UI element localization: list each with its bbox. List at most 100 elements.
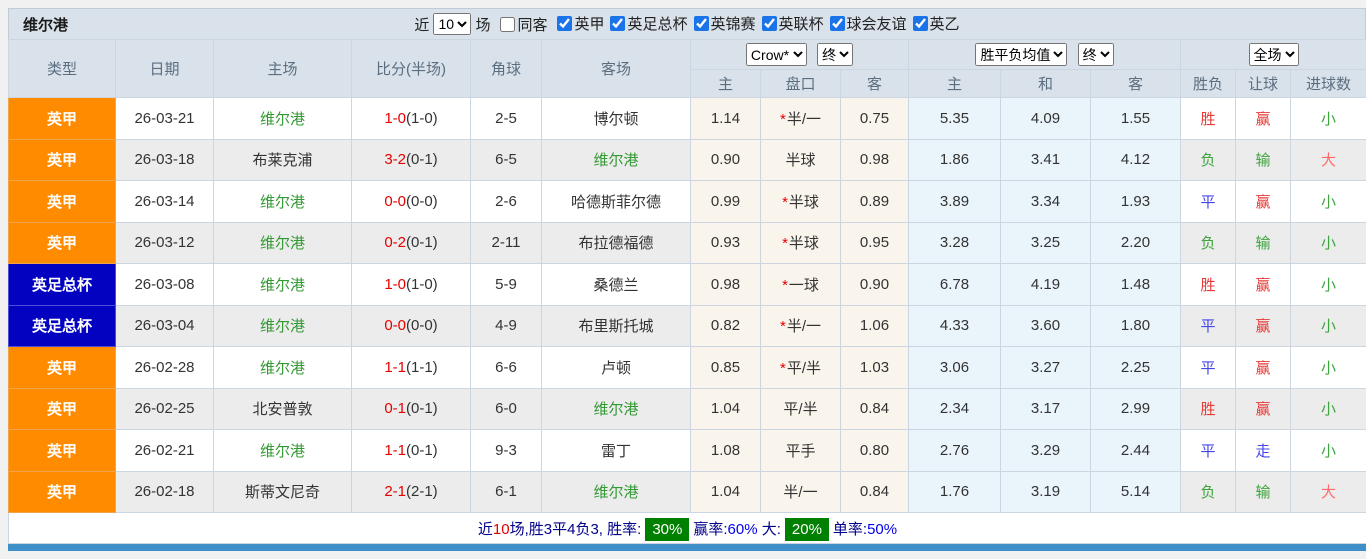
away-team-cell: 维尔港 xyxy=(541,470,691,513)
handicap-result-cell: 赢 xyxy=(1235,180,1292,223)
handicap-result-cell: 赢 xyxy=(1235,97,1292,140)
league-checkbox[interactable] xyxy=(610,16,626,31)
table-row: 英甲 26-03-21 维尔港 1-0(1-0) 2-5 博尔顿 1.14 *半/一 0.75 5… xyxy=(8,97,1366,140)
summary-segment: 20% xyxy=(784,517,829,541)
home-team-cell: 斯蒂文尼奇 xyxy=(213,470,352,513)
league-label: 球会友谊 xyxy=(846,16,907,33)
home-team-cell: 布莱克浦 xyxy=(213,138,352,181)
goals-result-cell: 小 xyxy=(1290,304,1366,347)
avg-type-select[interactable]: 胜平负均值 xyxy=(975,43,1068,66)
odds-away-cell: 0.84 xyxy=(839,387,910,430)
score-cell: 1-0(1-0) xyxy=(351,97,471,140)
goals-result-cell: 小 xyxy=(1290,97,1366,140)
avg-home-cell: 1.86 xyxy=(908,138,1002,181)
away-team-cell: 哈德斯菲尔德 xyxy=(541,180,691,223)
avg-away-cell: 4.12 xyxy=(1090,138,1182,181)
league-checkbox[interactable] xyxy=(557,16,573,31)
league-filter-英联杯[interactable]: 英联杯 xyxy=(756,13,824,34)
subcol-goals: 进球数 xyxy=(1290,69,1366,98)
avg-away-cell: 2.25 xyxy=(1090,346,1182,389)
recent-label: 近 xyxy=(414,16,430,34)
date-cell: 26-02-28 xyxy=(115,346,214,389)
league-filter-英足总杯[interactable]: 英足总杯 xyxy=(604,13,688,34)
home-team-cell: 维尔港 xyxy=(213,304,352,347)
odds-away-cell: 1.03 xyxy=(839,346,910,389)
league-cell: 英甲 xyxy=(8,470,116,513)
handicap-cell: *一球 xyxy=(760,263,841,306)
league-filter-球会友谊[interactable]: 球会友谊 xyxy=(824,13,907,34)
handicap-result-cell: 赢 xyxy=(1235,387,1292,430)
away-team-cell: 布里斯托城 xyxy=(541,304,691,347)
avg-away-cell: 2.20 xyxy=(1090,221,1182,264)
handicap-cell: 平/半 xyxy=(760,387,841,430)
odds-home-cell: 0.98 xyxy=(690,263,761,306)
league-filter-英甲[interactable]: 英甲 xyxy=(551,13,604,34)
home-team-cell: 维尔港 xyxy=(213,346,352,389)
corner-cell: 6-1 xyxy=(470,470,542,513)
handicap-cell: 半球 xyxy=(760,138,841,181)
handicap-result-cell: 赢 xyxy=(1235,346,1292,389)
avg-draw-cell: 3.41 xyxy=(1000,138,1092,181)
score-cell: 0-2(0-1) xyxy=(351,221,471,264)
goals-result-cell: 小 xyxy=(1290,263,1366,306)
result-cell: 胜 xyxy=(1180,387,1237,430)
goals-result-cell: 小 xyxy=(1290,346,1366,389)
odds-company-select[interactable]: Crow* xyxy=(745,43,807,66)
league-checkbox[interactable] xyxy=(829,16,845,31)
home-team-cell: 北安普敦 xyxy=(213,387,352,430)
table-row: 英甲 26-02-21 维尔港 1-1(0-1) 9-3 雷丁 1.08 平手 0.80 2.76… xyxy=(8,429,1366,472)
summary-segment: 10 xyxy=(492,520,510,538)
date-cell: 26-03-12 xyxy=(115,221,214,264)
subcol-handicap: 盘口 xyxy=(760,69,841,98)
avg-away-cell: 1.93 xyxy=(1090,180,1182,223)
result-cell: 平 xyxy=(1180,180,1237,223)
avg-draw-cell: 3.25 xyxy=(1000,221,1092,264)
away-team-cell: 布拉德福德 xyxy=(541,221,691,264)
home-team-cell: 维尔港 xyxy=(213,221,352,264)
league-filter-英乙[interactable]: 英乙 xyxy=(907,13,960,34)
away-team-cell: 雷丁 xyxy=(541,429,691,472)
summary-segment: 赢率: xyxy=(693,520,728,538)
col-header-home: 主场 xyxy=(213,39,352,98)
recent-count-select[interactable]: 10 xyxy=(433,13,472,35)
league-filter-英锦赛[interactable]: 英锦赛 xyxy=(688,13,756,34)
league-checkbox[interactable] xyxy=(693,16,709,31)
date-cell: 26-02-18 xyxy=(115,470,214,513)
league-filters: 英甲 英足总杯 英锦赛 英联杯 球会友谊 英乙 xyxy=(551,13,960,35)
handicap-cell: *半/一 xyxy=(760,97,841,140)
result-cell: 胜 xyxy=(1180,97,1237,140)
league-label: 英足总杯 xyxy=(627,16,688,33)
odds-home-cell: 1.08 xyxy=(690,429,761,472)
scope-select[interactable]: 全场 xyxy=(1248,43,1299,66)
league-checkbox[interactable] xyxy=(761,16,777,31)
same-away-toggle[interactable]: 同客 xyxy=(494,14,547,35)
odds-home-cell: 0.90 xyxy=(690,138,761,181)
avg-time-select[interactable]: 终 xyxy=(1077,43,1114,66)
league-cell: 英甲 xyxy=(8,180,116,223)
matches-label: 场 xyxy=(475,16,491,34)
corner-cell: 6-6 xyxy=(470,346,542,389)
date-cell: 26-02-25 xyxy=(115,387,214,430)
date-cell: 26-03-21 xyxy=(115,97,214,140)
col-header-away: 客场 xyxy=(541,39,691,98)
league-cell: 英甲 xyxy=(8,221,116,264)
same-away-checkbox[interactable] xyxy=(500,16,516,32)
score-cell: 0-0(0-0) xyxy=(351,180,471,223)
odds-away-cell: 0.84 xyxy=(839,470,910,513)
avg-draw-cell: 3.27 xyxy=(1000,346,1092,389)
away-team-cell: 卢顿 xyxy=(541,346,691,389)
league-cell: 英甲 xyxy=(8,429,116,472)
avg-home-cell: 3.89 xyxy=(908,180,1002,223)
odds-home-cell: 1.14 xyxy=(690,97,761,140)
handicap-result-cell: 输 xyxy=(1235,221,1292,264)
league-checkbox[interactable] xyxy=(912,16,928,31)
odds-home-cell: 0.82 xyxy=(690,304,761,347)
avg-home-cell: 2.76 xyxy=(908,429,1002,472)
corner-cell: 2-11 xyxy=(470,221,542,264)
subcol-odds-away: 客 xyxy=(839,69,910,98)
odds-away-cell: 0.80 xyxy=(839,429,910,472)
summary-segment: 60% xyxy=(727,520,758,538)
odds-time-select[interactable]: 终 xyxy=(817,43,854,66)
match-history-panel: 维尔港 近 10 场 同客 英甲 英足总杯 英锦赛 英联杯 球会友谊 英乙 类型… xyxy=(7,8,1366,551)
odds-away-cell: 0.98 xyxy=(839,138,910,181)
